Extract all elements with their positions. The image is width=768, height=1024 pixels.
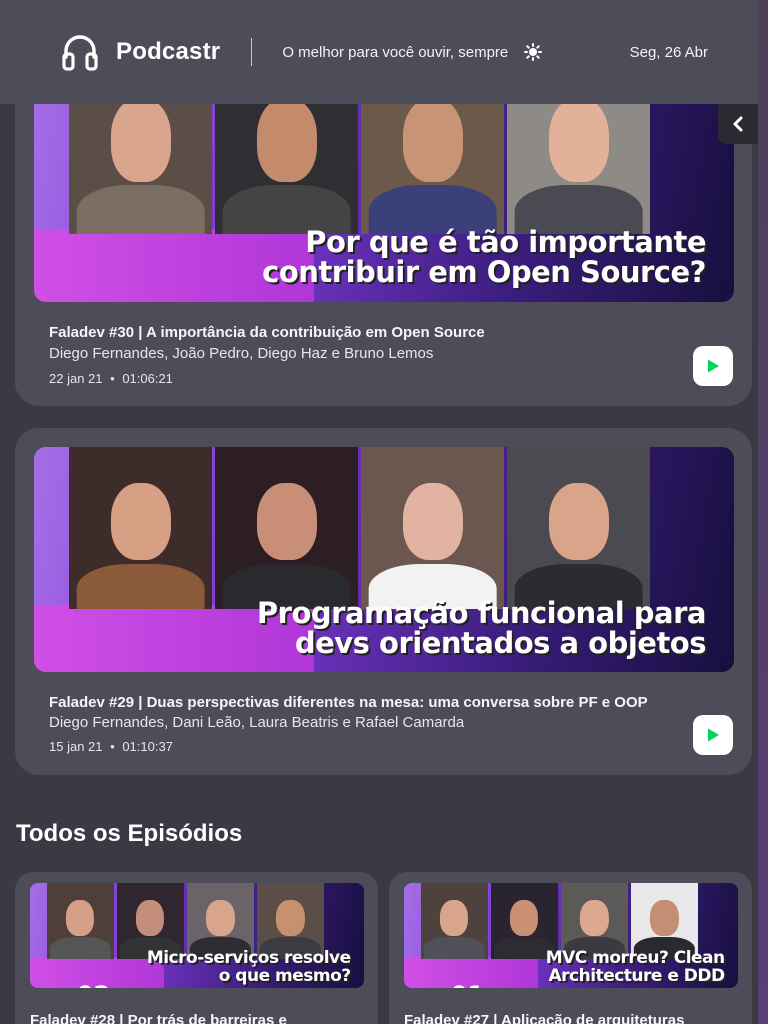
app-header: Podcastr O melhor para você ouvir, sempr… [0, 0, 758, 104]
play-episode-button[interactable] [693, 346, 733, 386]
chevron-left-icon [733, 116, 743, 132]
scrollbar-track[interactable] [758, 0, 768, 1024]
meta-separator: • [110, 371, 115, 386]
thumbnail-text-line2: o que mesmo? [218, 966, 351, 987]
episode-duration: 01:06:21 [122, 371, 173, 386]
episode-title-link[interactable]: Faladev #27 | Aplicação de arquiteturas [404, 1012, 684, 1024]
episode-title-link[interactable]: Faladev #28 | Por trás de barreiras e [30, 1012, 287, 1024]
episode-title-link[interactable]: Faladev #30 | A importância da contribui… [49, 324, 485, 341]
episode-date: 22 jan 21 [49, 371, 103, 386]
thumbnail-number: 01 [451, 981, 484, 988]
app-logo-text[interactable]: Podcastr [116, 38, 220, 66]
play-icon [708, 728, 719, 742]
all-episodes-heading: Todos os Episódios [16, 820, 243, 847]
sun-icon[interactable] [524, 43, 543, 61]
play-icon [708, 359, 719, 373]
thumbnail-text-line2: Architecture e DDD [548, 966, 726, 987]
episode-date: 15 jan 21 [49, 739, 103, 754]
header-divider [251, 38, 253, 66]
episode-thumbnail[interactable]: MVC morreu? Clean Architecture e DDD 01 [404, 883, 738, 988]
collapse-player-button[interactable] [718, 104, 758, 144]
thumbnail-faces [69, 447, 650, 609]
meta-separator: • [110, 739, 115, 754]
thumbnail-number: 04 [132, 299, 199, 302]
latest-episode-card[interactable]: Por que é tão importante contribuir em O… [15, 60, 752, 406]
thumbnail-text-line2: devs orientados a objetos [294, 626, 707, 661]
headphones-icon [62, 33, 98, 71]
episode-card[interactable]: Micro-serviços resolve o que mesmo? 02 F… [15, 872, 378, 1024]
episode-title-link[interactable]: Faladev #29 | Duas perspectivas diferent… [49, 694, 648, 711]
episode-members: Diego Fernandes, João Pedro, Diego Haz e… [49, 345, 434, 362]
thumbnail-number: 02 [77, 981, 110, 988]
episode-thumbnail[interactable]: Micro-serviços resolve o que mesmo? 02 [30, 883, 364, 988]
thumbnail-text-line1: Por que é tão importante [305, 224, 706, 259]
play-episode-button[interactable] [693, 715, 733, 755]
thumbnail-number: 03 [132, 666, 199, 673]
episode-thumbnail[interactable]: Programação funcional para devs orientad… [34, 447, 734, 672]
thumbnail-text-line1: Programação funcional para [256, 595, 707, 630]
current-date: Seg, 26 Abr [629, 43, 708, 61]
latest-episode-card[interactable]: Programação funcional para devs orientad… [15, 428, 752, 775]
episode-members: Diego Fernandes, Dani Leão, Laura Beatri… [49, 714, 465, 731]
episode-duration: 01:10:37 [122, 739, 173, 754]
header-tagline: O melhor para você ouvir, sempre [282, 43, 509, 61]
thumbnail-text-line2: contribuir em Open Source? [262, 255, 706, 290]
episode-card[interactable]: MVC morreu? Clean Architecture e DDD 01 … [389, 872, 752, 1024]
